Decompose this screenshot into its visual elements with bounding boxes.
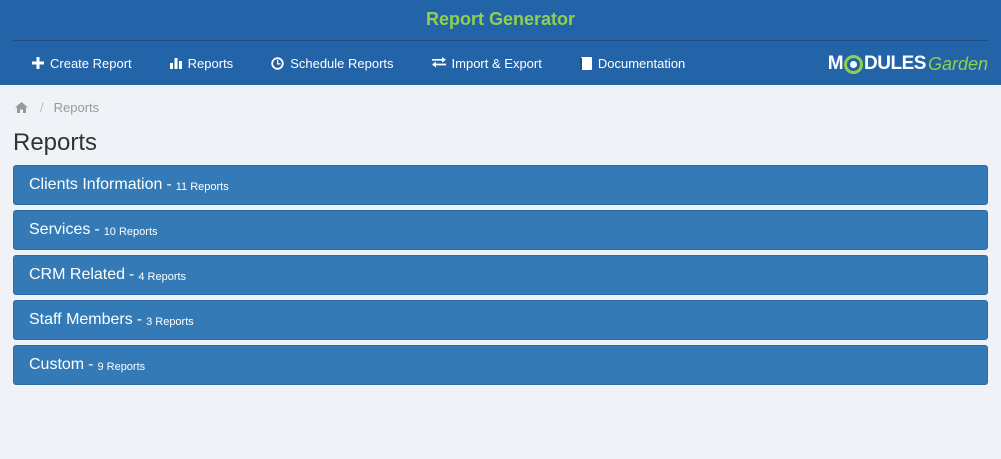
group-name: CRM Related — [29, 266, 126, 283]
nav-documentation-label: Documentation — [597, 55, 686, 71]
app-title: Report Generator — [425, 9, 576, 29]
group-name: Services — [29, 221, 91, 238]
breadcrumb: / Reports — [15, 100, 99, 115]
app-header: Report Generator Create Report Reports S… — [0, 0, 1001, 85]
nav-import-export-label: Import & Export — [451, 55, 542, 71]
group-clients-information[interactable]: Clients Information - 11 Reports — [13, 165, 988, 205]
group-name: Custom — [29, 356, 85, 373]
home-icon[interactable] — [15, 102, 28, 113]
group-name: Staff Members — [29, 311, 133, 328]
bar-chart-icon — [169, 58, 182, 69]
report-groups: Clients Information - 11 Reports Service… — [13, 165, 988, 390]
nav-reports-label: Reports — [187, 55, 234, 71]
nav-schedule-reports-label: Schedule Reports — [290, 55, 394, 71]
group-staff-members[interactable]: Staff Members - 3 Reports — [13, 300, 988, 340]
nav-schedule-reports[interactable]: Schedule Reports — [252, 41, 412, 85]
logo-text-garden: Garden — [927, 53, 988, 74]
group-name: Clients Information — [29, 176, 163, 193]
group-count: 4 Reports — [138, 270, 187, 283]
group-dash: - — [166, 176, 172, 193]
nav-create-report-label: Create Report — [50, 55, 132, 71]
group-dash: - — [129, 266, 135, 283]
breadcrumb-separator: / — [40, 100, 44, 115]
nav-documentation[interactable]: Documentation — [561, 41, 704, 85]
breadcrumb-current: Reports — [53, 100, 100, 115]
group-services[interactable]: Services - 10 Reports — [13, 210, 988, 250]
logo-text-dules: DULES — [864, 53, 926, 74]
group-count: 3 Reports — [146, 315, 194, 328]
group-crm-related[interactable]: CRM Related - 4 Reports — [13, 255, 988, 295]
clock-icon — [271, 56, 284, 70]
page-title: Reports — [13, 129, 98, 156]
book-icon — [579, 56, 592, 70]
modulesgarden-logo[interactable]: M DULES Garden — [828, 53, 988, 75]
group-count: 10 Reports — [103, 225, 158, 238]
group-dash: - — [88, 356, 94, 373]
nav-import-export[interactable]: Import & Export — [413, 41, 561, 85]
plus-icon — [32, 57, 44, 69]
group-count: 11 Reports — [175, 180, 229, 193]
nav-create-report[interactable]: Create Report — [13, 41, 151, 85]
exchange-icon — [431, 57, 446, 68]
main-nav: Create Report Reports Schedule Reports I… — [13, 41, 988, 85]
logo-text-m: M — [827, 53, 844, 74]
group-count: 9 Reports — [97, 360, 146, 373]
group-dash: - — [94, 221, 100, 238]
group-dash: - — [136, 311, 143, 328]
group-custom[interactable]: Custom - 9 Reports — [13, 345, 988, 385]
nav-reports[interactable]: Reports — [151, 41, 253, 85]
logo-o-icon — [844, 54, 864, 74]
